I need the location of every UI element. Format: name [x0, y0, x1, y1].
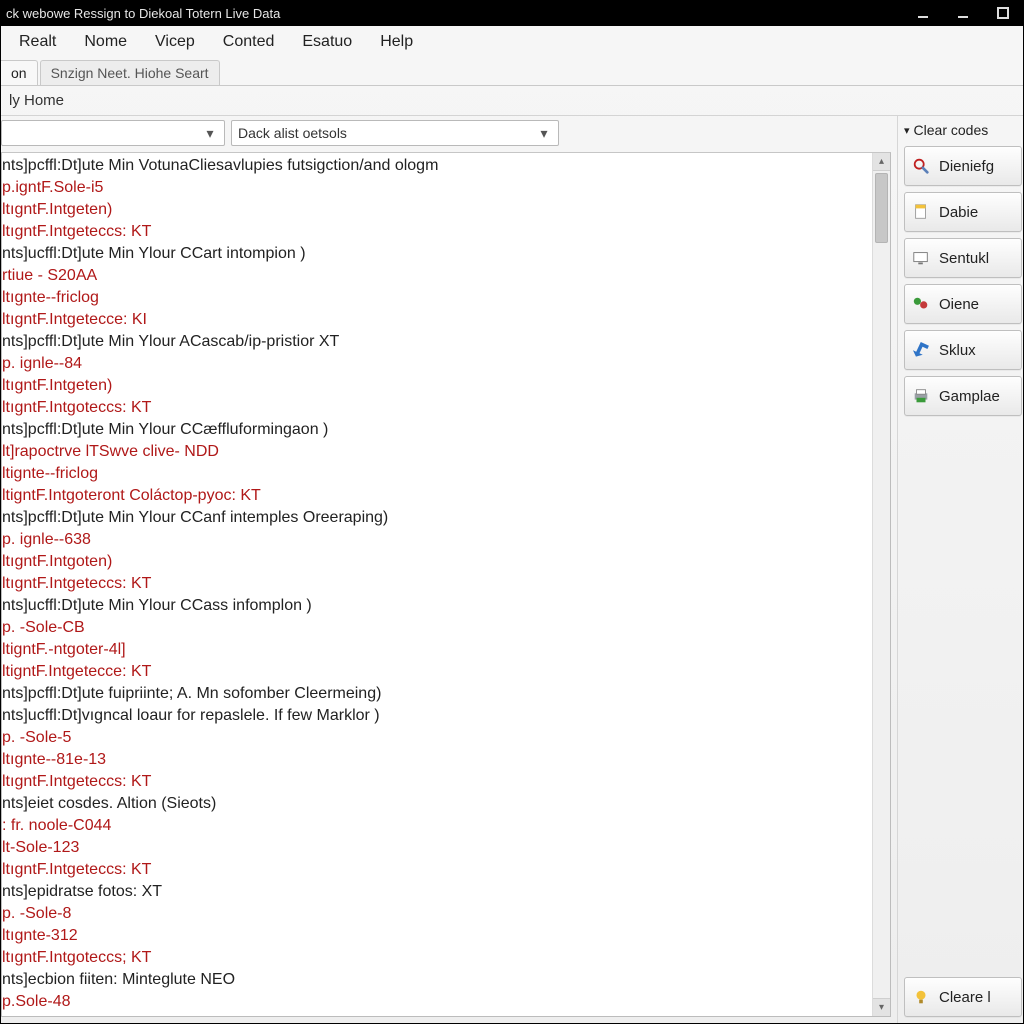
log-lines: nts]pcffl:Dt]ute Min VotunaCliesavlupies… — [2, 153, 872, 1016]
log-line: ltigntF.Intgetecce: KT — [2, 661, 870, 683]
left-column: ▾ Dack alist oetsols ▾ nts]pcffl:Dt]ute … — [1, 116, 897, 1023]
sidebar-item-label: Dabie — [939, 204, 978, 221]
chevron-down-icon: ▾ — [202, 125, 218, 142]
sidebar-sentukl-button[interactable]: Sentukl — [904, 238, 1022, 278]
chevron-down-icon: ▾ — [536, 125, 552, 142]
log-line: ltıgntF.Intgeten) — [2, 199, 870, 221]
window-title: ck webowe Ressign to Diekoal Totern Live… — [4, 6, 912, 21]
sidebar-header-label: Clear codes — [914, 122, 989, 138]
arrow-icon — [911, 340, 931, 360]
minimize-button[interactable] — [912, 4, 934, 22]
menu-nome[interactable]: Nome — [84, 33, 127, 51]
log-line: rtiue - S20AA — [2, 265, 870, 287]
sidebar-dieniefg-button[interactable]: Dieniefg — [904, 146, 1022, 186]
sidebar-oiene-button[interactable]: Oiene — [904, 284, 1022, 324]
sidebar-item-label: Cleare l — [939, 989, 991, 1006]
log-line: p. ignle--638 — [2, 529, 870, 551]
log-line: nts]pcffl:Dt]ute fuipriinte; A. Mn sofom… — [2, 683, 870, 705]
sub-toolbar: ly Home — [1, 86, 1023, 116]
log-line: ltıgntF.Intgeteccs: KT — [2, 573, 870, 595]
log-line: nts]eiet cosdes. Altion (Sieots) — [2, 793, 870, 815]
sidebar-sklux-button[interactable]: Sklux — [904, 330, 1022, 370]
sidebar-gamplae-button[interactable]: Gamplae — [904, 376, 1022, 416]
menu-esatuo[interactable]: Esatuo — [302, 33, 352, 51]
log-line: lt]rapoctrve lTSwve clive- NDD — [2, 441, 870, 463]
log-line: nts]ucffl:Dt]ute Min Ylour CCass infompl… — [2, 595, 870, 617]
combo-row: ▾ Dack alist oetsols ▾ — [1, 120, 891, 150]
menu-bar: Realt Nome Vicep Conted Esatuo Help — [1, 26, 1023, 58]
log-line: lt-Sole-123 — [2, 837, 870, 859]
log-line: ltıgntF.Intgeteccs: KT — [2, 771, 870, 793]
log-line: p.igntF.Sole-i5 — [2, 177, 870, 199]
log-line: p.Sole-48 — [2, 991, 870, 1013]
page-icon — [911, 202, 931, 222]
log-line: ltıgnte--friclog — [2, 287, 870, 309]
log-line: nts]pcffl:Dt]ute Min Ylour CCanf intempl… — [2, 507, 870, 529]
log-line: ltıgntF.Intgeteccs: KT — [2, 221, 870, 243]
log-line: ltıgntF.Intgeteccs: KT — [2, 859, 870, 881]
disclosure-icon: ▾ — [904, 124, 910, 137]
menu-realt[interactable]: Realt — [19, 33, 56, 51]
sub-toolbar-label: ly Home — [9, 92, 64, 109]
window-buttons — [912, 4, 1020, 22]
log-line: ltıgnte-312 — [2, 925, 870, 947]
tab-on[interactable]: on — [1, 60, 38, 85]
combo-1[interactable]: ▾ — [1, 120, 225, 146]
log-line: ltıgntF.Intgetecce: KI — [2, 309, 870, 331]
bulb-icon — [911, 987, 931, 1007]
log-line: ltıgntF.Intgoten) — [2, 551, 870, 573]
log-line: ltıgnte--81e-13 — [2, 749, 870, 771]
tab-snzign[interactable]: Snzign Neet. Hiohe Seart — [40, 60, 220, 85]
sidebar-item-label: Sklux — [939, 342, 976, 359]
scroll-thumb[interactable] — [875, 173, 888, 243]
menu-conted[interactable]: Conted — [223, 33, 275, 51]
log-line: ltıgntF.Intgoteccs; KT — [2, 947, 870, 969]
main-row: ▾ Dack alist oetsols ▾ nts]pcffl:Dt]ute … — [1, 116, 1023, 1023]
printer-icon — [911, 386, 931, 406]
combo-2[interactable]: Dack alist oetsols ▾ — [231, 120, 559, 146]
sidebar-item-label: Oiene — [939, 296, 979, 313]
tab-row: on Snzign Neet. Hiohe Seart — [1, 58, 1023, 86]
sidebar: ▾ Clear codes Dieniefg Dabie Sentukl Oie… — [897, 116, 1023, 1023]
log-panel: nts]pcffl:Dt]ute Min VotunaCliesavlupies… — [1, 152, 891, 1017]
log-line: nts]pcffl:Dt]ute Min Ylour CCæffluformin… — [2, 419, 870, 441]
sidebar-item-label: Dieniefg — [939, 158, 994, 175]
monitor-icon — [911, 248, 931, 268]
log-line: nts]ucffl:Dt]vıgncal loaur for repaslele… — [2, 705, 870, 727]
log-line: ltignte--friclog — [2, 463, 870, 485]
scroll-down-button[interactable]: ▾ — [873, 998, 890, 1016]
app-chrome: Realt Nome Vicep Conted Esatuo Help on S… — [0, 26, 1024, 1024]
log-line: nts]ucffl:Dt]ute Min Ylour CCart intompi… — [2, 243, 870, 265]
log-line: p. -Sole-5 — [2, 727, 870, 749]
combo-2-value: Dack alist oetsols — [238, 125, 536, 141]
sidebar-item-label: Sentukl — [939, 250, 989, 267]
log-line: ltigntF.Intgoteront Coláctop-pyoc: KT — [2, 485, 870, 507]
log-line: p. -Sole-8 — [2, 903, 870, 925]
scroll-up-button[interactable]: ▴ — [873, 153, 890, 171]
magnifier-icon — [911, 156, 931, 176]
menu-help[interactable]: Help — [380, 33, 413, 51]
log-line: nts]pcffl:Dt]ute Min VotunaCliesavlupies… — [2, 155, 870, 177]
log-line: ltıgntF.Intgoteccs: KT — [2, 397, 870, 419]
minimize-button-2[interactable] — [952, 4, 974, 22]
sidebar-spacer — [904, 422, 1023, 971]
log-line: p. ignle--84 — [2, 353, 870, 375]
sidebar-dabie-button[interactable]: Dabie — [904, 192, 1022, 232]
log-line: p. -Sole-CB — [2, 617, 870, 639]
sidebar-header: ▾ Clear codes — [904, 122, 1023, 138]
log-line: ltıgnte--81e-44 — [2, 1013, 870, 1016]
pins-icon — [911, 294, 931, 314]
sidebar-cleare-button[interactable]: Cleare l — [904, 977, 1022, 1017]
title-bar: ck webowe Ressign to Diekoal Totern Live… — [0, 0, 1024, 26]
maximize-button[interactable] — [992, 4, 1014, 22]
log-line: : fr. noole-C044 — [2, 815, 870, 837]
log-line: nts]ecbion fiiten: Minteglute NEO — [2, 969, 870, 991]
vertical-scrollbar[interactable]: ▴ ▾ — [872, 153, 890, 1016]
log-line: nts]pcffl:Dt]ute Min Ylour ACascab/ip-pr… — [2, 331, 870, 353]
log-line: ltıgntF.Intgeten) — [2, 375, 870, 397]
log-line: nts]epidratse fotos: XT — [2, 881, 870, 903]
sidebar-item-label: Gamplae — [939, 388, 1000, 405]
menu-vicep[interactable]: Vicep — [155, 33, 195, 51]
log-line: ltigntF.-ntgoter-4l] — [2, 639, 870, 661]
